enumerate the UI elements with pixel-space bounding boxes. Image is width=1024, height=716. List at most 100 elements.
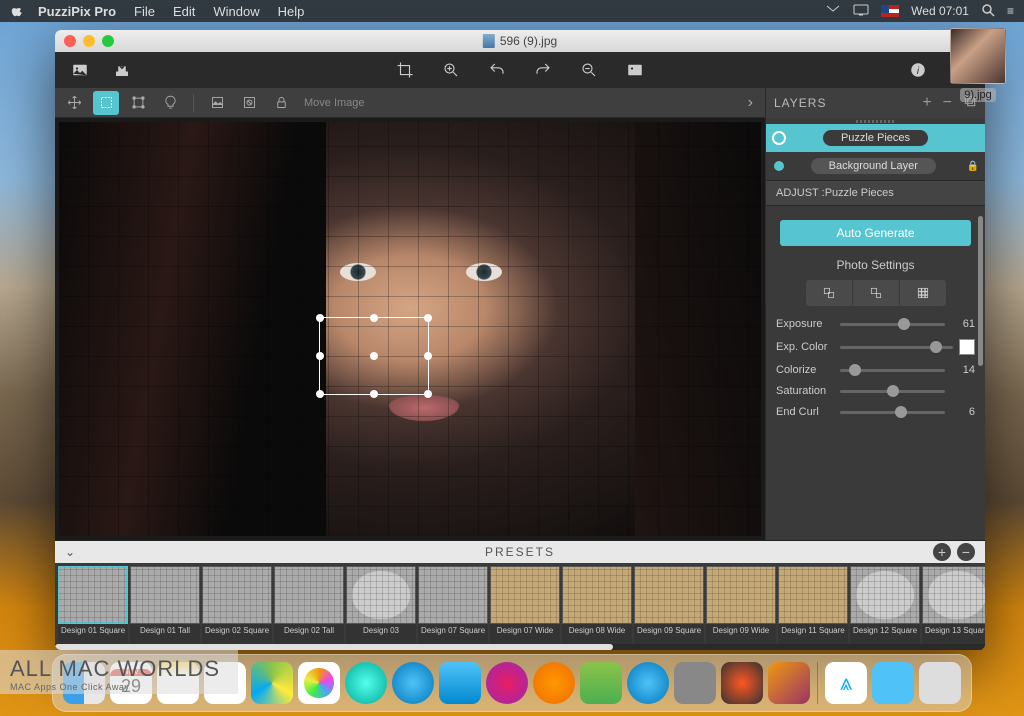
dock-messages-icon[interactable] bbox=[345, 662, 387, 704]
preset-item[interactable]: Design 01 Tall bbox=[130, 566, 200, 644]
menu-help[interactable]: Help bbox=[278, 4, 305, 19]
select-tool-button[interactable] bbox=[93, 91, 119, 115]
undo-button[interactable] bbox=[480, 56, 514, 84]
preset-item[interactable]: Design 03 bbox=[346, 566, 416, 644]
preset-item[interactable]: Design 07 Wide bbox=[490, 566, 560, 644]
color-swatch[interactable] bbox=[959, 339, 975, 355]
menu-edit[interactable]: Edit bbox=[173, 4, 195, 19]
auto-generate-button[interactable]: Auto Generate bbox=[780, 220, 971, 246]
dock-itunes-icon[interactable] bbox=[486, 662, 528, 704]
dock-appstore2-icon[interactable]: ⩓ bbox=[825, 662, 867, 704]
preset-item[interactable]: Design 09 Wide bbox=[706, 566, 776, 644]
move-tool-button[interactable] bbox=[61, 91, 87, 115]
window-minimize-button[interactable] bbox=[83, 35, 95, 47]
mask-button[interactable] bbox=[236, 91, 262, 115]
selection-handle-tr[interactable] bbox=[424, 314, 432, 322]
preset-item[interactable]: Design 12 Square bbox=[850, 566, 920, 644]
menubar-clock[interactable]: Wed 07:01 bbox=[911, 4, 969, 18]
slider-thumb[interactable] bbox=[887, 385, 899, 397]
layer-background[interactable]: Background Layer 🔒 bbox=[766, 152, 985, 180]
preset-item[interactable]: Design 02 Square bbox=[202, 566, 272, 644]
dock-photobooth-icon[interactable] bbox=[721, 662, 763, 704]
add-preset-button[interactable]: + bbox=[933, 543, 951, 561]
apple-menu-icon[interactable] bbox=[10, 4, 24, 18]
status-display-icon[interactable] bbox=[853, 4, 869, 19]
crop-button[interactable] bbox=[388, 56, 422, 84]
preset-item[interactable]: Design 07 Square bbox=[418, 566, 488, 644]
selection-handle-br[interactable] bbox=[424, 390, 432, 398]
watermark-line1: ALL MAC WORLDS bbox=[10, 656, 220, 681]
menu-extras-icon[interactable]: ≡ bbox=[1007, 4, 1014, 18]
preset-item[interactable]: Design 01 Square bbox=[58, 566, 128, 644]
preset-item[interactable]: Design 11 Square bbox=[778, 566, 848, 644]
dock-preferences-icon[interactable] bbox=[674, 662, 716, 704]
selection-handle-bl[interactable] bbox=[316, 390, 324, 398]
layout-option-1[interactable] bbox=[806, 280, 852, 306]
window-titlebar[interactable]: 596 (9).jpg bbox=[55, 30, 985, 52]
adjust-scrollbar[interactable] bbox=[978, 216, 983, 366]
lock-button[interactable] bbox=[268, 91, 294, 115]
layout-option-3[interactable] bbox=[900, 280, 946, 306]
open-image-button[interactable] bbox=[63, 56, 97, 84]
fit-screen-button[interactable] bbox=[618, 56, 652, 84]
dock-safari-icon[interactable] bbox=[392, 662, 434, 704]
layer-puzzle-pieces[interactable]: Puzzle Pieces bbox=[766, 124, 985, 152]
slider-track[interactable] bbox=[840, 323, 945, 326]
zoom-in-button[interactable] bbox=[434, 56, 468, 84]
selection-handle-center[interactable] bbox=[370, 352, 378, 360]
preset-item[interactable]: Design 13 Square bbox=[922, 566, 985, 644]
slider-track[interactable] bbox=[840, 346, 953, 349]
preset-item[interactable]: Design 02 Tall bbox=[274, 566, 344, 644]
window-maximize-button[interactable] bbox=[102, 35, 114, 47]
dock-app-icon[interactable] bbox=[768, 662, 810, 704]
layer-visibility-icon[interactable] bbox=[772, 131, 786, 145]
selection-handle-tm[interactable] bbox=[370, 314, 378, 322]
dock-appstore-icon[interactable] bbox=[627, 662, 669, 704]
dock-ibooks-icon[interactable] bbox=[533, 662, 575, 704]
canvas-area[interactable] bbox=[55, 118, 765, 540]
preset-item[interactable]: Design 09 Square bbox=[634, 566, 704, 644]
desktop-file[interactable]: 9).jpg bbox=[942, 28, 1014, 102]
layout-option-2[interactable] bbox=[853, 280, 899, 306]
slider-thumb[interactable] bbox=[898, 318, 910, 330]
selection-handle-mr[interactable] bbox=[424, 352, 432, 360]
dock-trash-icon[interactable] bbox=[919, 662, 961, 704]
dock-photos-icon[interactable] bbox=[298, 662, 340, 704]
slider-thumb[interactable] bbox=[895, 406, 907, 418]
save-button[interactable] bbox=[105, 56, 139, 84]
presets-collapse-button[interactable]: ⌄ bbox=[65, 545, 75, 559]
dock-downloads-icon[interactable] bbox=[872, 662, 914, 704]
lightbulb-tool-button[interactable] bbox=[157, 91, 183, 115]
slider-thumb[interactable] bbox=[930, 341, 942, 353]
slider-track[interactable] bbox=[840, 390, 945, 393]
dock-maps-icon[interactable] bbox=[251, 662, 293, 704]
spotlight-icon[interactable] bbox=[981, 3, 995, 20]
menu-file[interactable]: File bbox=[134, 4, 155, 19]
presets-scroll[interactable]: Design 01 SquareDesign 01 TallDesign 02 … bbox=[55, 563, 985, 644]
add-layer-button[interactable]: + bbox=[922, 94, 932, 112]
redo-button[interactable] bbox=[526, 56, 560, 84]
transform-tool-button[interactable] bbox=[125, 91, 151, 115]
slider-track[interactable] bbox=[840, 411, 945, 414]
preset-item[interactable]: Design 08 Wide bbox=[562, 566, 632, 644]
slider-thumb[interactable] bbox=[849, 364, 861, 376]
status-flag-icon[interactable] bbox=[881, 5, 899, 17]
selection-handle-tl[interactable] bbox=[316, 314, 324, 322]
remove-preset-button[interactable]: − bbox=[957, 543, 975, 561]
status-screen-icon[interactable] bbox=[825, 4, 841, 19]
info-button[interactable]: i bbox=[901, 56, 935, 84]
menu-window[interactable]: Window bbox=[213, 4, 259, 19]
selection-handle-ml[interactable] bbox=[316, 352, 324, 360]
menubar-app-name[interactable]: PuzziPix Pro bbox=[38, 4, 116, 19]
selection-box[interactable] bbox=[319, 317, 429, 395]
window-close-button[interactable] bbox=[64, 35, 76, 47]
image-layer-button[interactable] bbox=[204, 91, 230, 115]
dock-facetime-icon[interactable] bbox=[580, 662, 622, 704]
zoom-out-button[interactable] bbox=[572, 56, 606, 84]
selection-handle-bm[interactable] bbox=[370, 390, 378, 398]
layer-visibility-icon[interactable] bbox=[774, 161, 784, 171]
collapse-panel-button[interactable]: › bbox=[742, 94, 759, 112]
dock-mail-icon[interactable] bbox=[439, 662, 481, 704]
slider-track[interactable] bbox=[840, 369, 945, 372]
canvas[interactable] bbox=[59, 122, 761, 536]
